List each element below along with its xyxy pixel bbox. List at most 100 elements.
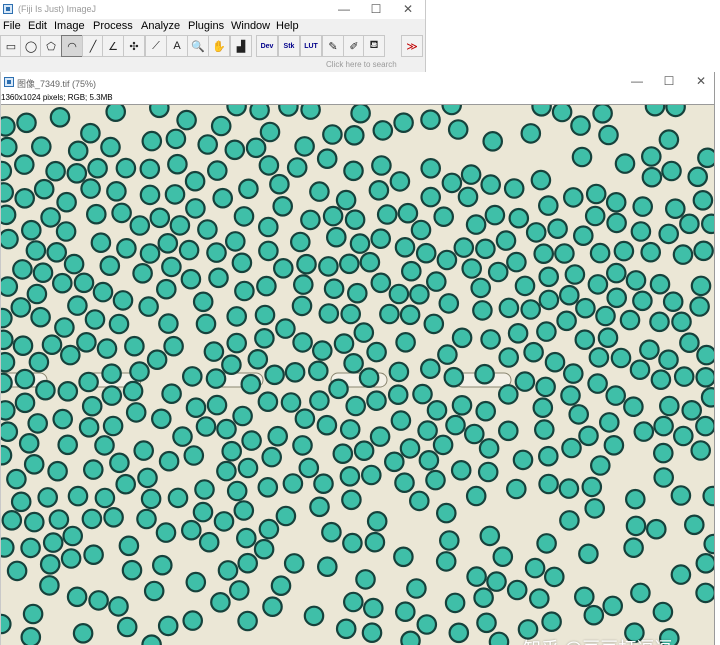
menu-edit[interactable]: Edit (28, 20, 47, 32)
droplet (60, 344, 81, 366)
droplet (673, 366, 695, 387)
droplet (1, 136, 18, 158)
image-close-button[interactable]: ✕ (685, 72, 717, 91)
magnifier-tool-button[interactable]: 🔍 (187, 35, 209, 57)
menu-analyze[interactable]: Analyze (141, 20, 180, 32)
droplet (81, 508, 103, 530)
droplet (238, 178, 259, 200)
fiji-main-window: (Fiji Is Just) ImageJ — ☐ ✕ File Edit Im… (0, 0, 426, 73)
droplet (536, 321, 557, 342)
tool-bar: ▭ ◯ ⬠ ◠ ╱ ∠ ✣ ⟋ A 🔍 ✋ ▟ Dev Stk LUT ✎ ✐ ⛾ ≫ (0, 35, 425, 59)
droplet (523, 341, 544, 363)
droplet (136, 508, 157, 530)
droplet (369, 426, 391, 447)
color-picker-tool-button[interactable]: ▟ (230, 35, 252, 57)
droplet (161, 256, 182, 278)
droplet (254, 328, 275, 349)
wand-tool-button[interactable]: ⟋ (145, 35, 167, 57)
dev-tool-button[interactable]: Dev (256, 35, 278, 57)
droplet (514, 371, 536, 392)
droplet (80, 122, 101, 144)
droplet (35, 379, 56, 401)
hand-tool-button[interactable]: ✋ (208, 35, 230, 57)
droplet (435, 551, 457, 572)
droplet (286, 157, 308, 178)
droplet (157, 233, 179, 254)
freehand-tool-button[interactable]: ◠ (61, 35, 83, 57)
droplet (578, 543, 599, 565)
fiji-title-bar[interactable]: (Fiji Is Just) ImageJ — ☐ ✕ (0, 0, 425, 19)
more-tools-button[interactable]: ≫ (401, 35, 423, 57)
droplet (574, 329, 596, 350)
menu-help[interactable]: Help (276, 20, 299, 32)
search-input[interactable]: Click here to search (326, 60, 397, 69)
droplet (161, 383, 182, 404)
image-canvas[interactable]: 知乎 @豆豆打逗逗 (1, 104, 714, 645)
droplet (12, 259, 33, 280)
droplet (14, 392, 36, 414)
droplet (436, 249, 458, 271)
image-title-bar[interactable]: 图像_7349.tif (75%) — ☐ ✕ (1, 72, 714, 92)
image-maximize-button[interactable]: ☐ (653, 72, 685, 91)
pencil-tool-button[interactable]: ✎ (322, 35, 344, 57)
point-tool-button[interactable]: ✣ (123, 35, 145, 57)
menu-file[interactable]: File (3, 20, 21, 32)
droplet (448, 622, 470, 644)
droplet (556, 310, 577, 332)
droplet (155, 522, 177, 543)
droplet (353, 440, 375, 461)
lut-tool-button[interactable]: LUT (300, 35, 322, 57)
droplet (353, 322, 375, 343)
brush-tool-button[interactable]: ✐ (343, 35, 365, 57)
droplet (20, 626, 42, 645)
droplet (99, 255, 121, 276)
droplet (257, 216, 279, 238)
angle-tool-button[interactable]: ∠ (102, 35, 124, 57)
image-minimize-button[interactable]: — (621, 72, 653, 91)
minimize-button[interactable]: — (328, 0, 360, 19)
droplet (78, 371, 99, 393)
droplet (687, 166, 708, 188)
droplet (300, 209, 321, 231)
oval-tool-button[interactable]: ◯ (20, 35, 42, 57)
stk-tool-icon: Stk (283, 42, 295, 50)
droplet (167, 153, 188, 175)
droplet (383, 451, 405, 473)
droplet (598, 124, 619, 146)
flood-fill-tool-button[interactable]: ⛾ (363, 35, 385, 57)
droplet (425, 271, 447, 292)
droplet (538, 266, 559, 288)
droplet (296, 253, 317, 275)
droplet (633, 421, 655, 442)
droplet (249, 105, 270, 121)
droplet (547, 218, 568, 239)
close-button[interactable]: ✕ (392, 0, 424, 19)
text-tool-button[interactable]: A (166, 35, 188, 57)
droplet (486, 571, 507, 592)
stk-tool-button[interactable]: Stk (278, 35, 300, 57)
maximize-button[interactable]: ☐ (360, 0, 392, 19)
droplet (322, 124, 343, 145)
droplet (157, 615, 179, 637)
menu-image[interactable]: Image (54, 20, 85, 32)
polygon-tool-button[interactable]: ⬠ (40, 35, 62, 57)
droplet (578, 425, 599, 447)
menu-plugins[interactable]: Plugins (188, 20, 224, 32)
droplet (164, 184, 186, 205)
droplet (139, 158, 161, 180)
droplet (185, 198, 206, 219)
droplet (568, 404, 589, 425)
droplet (558, 284, 580, 306)
image-window-icon (4, 77, 14, 87)
droplet (400, 630, 421, 645)
droplet (129, 215, 151, 236)
droplet (267, 425, 288, 447)
droplet (614, 153, 636, 174)
droplet (1, 613, 12, 635)
droplet (394, 601, 416, 622)
menu-window[interactable]: Window (231, 20, 270, 32)
menu-process[interactable]: Process (93, 20, 133, 32)
rectangle-tool-button[interactable]: ▭ (0, 35, 22, 57)
line-tool-button[interactable]: ╱ (82, 35, 104, 57)
droplet (665, 105, 686, 118)
